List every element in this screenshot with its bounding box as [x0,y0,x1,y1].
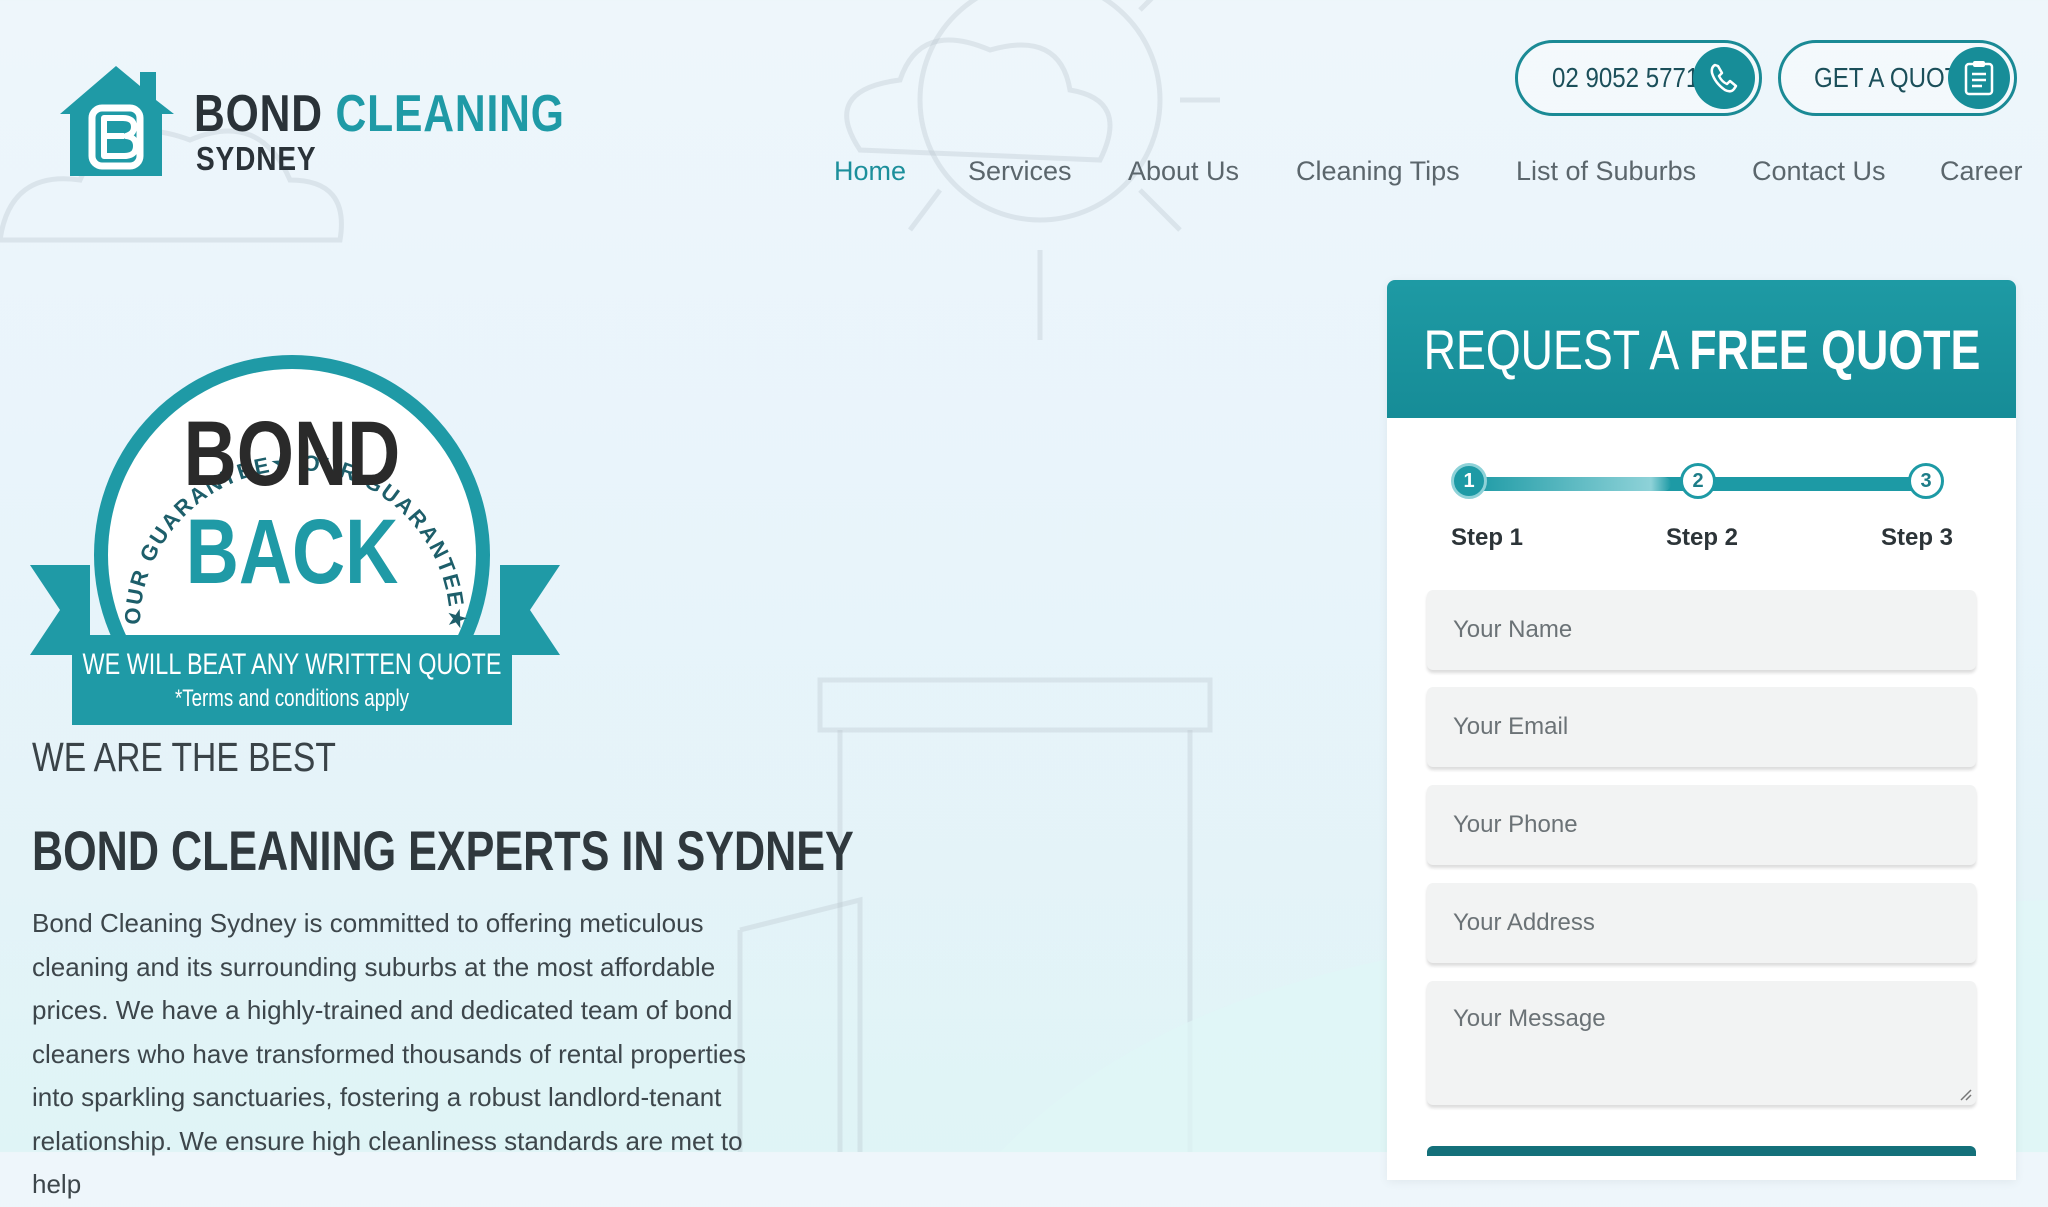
step-1-indicator[interactable]: 1 [1451,463,1487,499]
email-field [1427,687,1976,767]
message-field [1427,981,1976,1105]
main-nav: Home Services About Us Cleaning Tips Lis… [834,156,2023,196]
brand-logo[interactable]: BOND CLEANING SYDNEY [54,64,564,184]
nav-cleaning-tips[interactable]: Cleaning Tips [1296,156,1460,187]
resize-grip-icon[interactable] [1958,1087,1972,1101]
quote-form-title-bold: FREE QUOTE [1688,317,1980,381]
email-input[interactable] [1451,712,1952,742]
get-quote-button[interactable]: GET A QUOTE [1778,40,2017,116]
phone-button[interactable]: 02 9052 5771 [1515,40,1762,116]
nav-career[interactable]: Career [1940,156,2023,187]
badge-back-text: BACK [186,500,399,603]
clipboard-icon [1948,47,2010,109]
phone-number: 02 9052 5771 [1552,62,1700,93]
page-headline: BOND CLEANING EXPERTS IN SYDNEY [32,819,854,882]
step-3-indicator[interactable]: 3 [1908,463,1944,499]
step-2-indicator[interactable]: 2 [1680,463,1716,499]
bond-back-guarantee-badge: OUR GUARANTEE★ OUR GUARANTEE★ OUR GUARAN… [30,355,560,725]
submit-button[interactable] [1427,1146,1976,1156]
nav-about-us[interactable]: About Us [1128,156,1239,187]
nav-home[interactable]: Home [834,156,906,187]
nav-list-of-suburbs[interactable]: List of Suburbs [1516,156,1696,187]
phone-input[interactable] [1451,810,1952,840]
badge-bond-text: BOND [184,402,401,505]
phone-field [1427,785,1976,865]
intro-paragraph: Bond Cleaning Sydney is committed to off… [32,908,746,1199]
name-input[interactable] [1451,615,1952,645]
quote-form-title-regular: REQUEST A [1423,317,1689,381]
quote-form-title: REQUEST A FREE QUOTE [1423,317,1980,382]
badge-ribbon-line-2: *Terms and conditions apply [175,685,409,712]
address-input[interactable] [1451,908,1952,938]
phone-icon [1693,47,1755,109]
form-stepper: 1 2 3 Step 1 Step 2 Step 3 [1451,460,1954,560]
nav-contact-us[interactable]: Contact Us [1752,156,1886,187]
step-2-label: Step 2 [1666,524,1739,551]
brand-name-bond: BOND [194,85,323,143]
brand-subname: SYDNEY [196,140,317,177]
badge-ribbon-line-1: WE WILL BEAT ANY WRITTEN QUOTE [83,647,502,680]
address-field [1427,883,1976,963]
brand-name: BOND CLEANING [194,84,565,144]
name-field [1427,590,1976,670]
house-logo-icon [60,66,174,176]
step-1-label: Step 1 [1451,524,1524,551]
message-input[interactable] [1451,1003,1952,1087]
brand-name-cleaning: CLEANING [335,85,565,143]
nav-services[interactable]: Services [968,156,1072,187]
quote-form-card: REQUEST A FREE QUOTE 1 2 3 Step 1 Step 2… [1387,280,2016,1180]
section-kicker: WE ARE THE BEST [32,734,336,780]
step-3-label: Step 3 [1881,524,1954,551]
stepper-progress [1471,477,1671,491]
quote-form-header: REQUEST A FREE QUOTE [1387,280,2016,418]
